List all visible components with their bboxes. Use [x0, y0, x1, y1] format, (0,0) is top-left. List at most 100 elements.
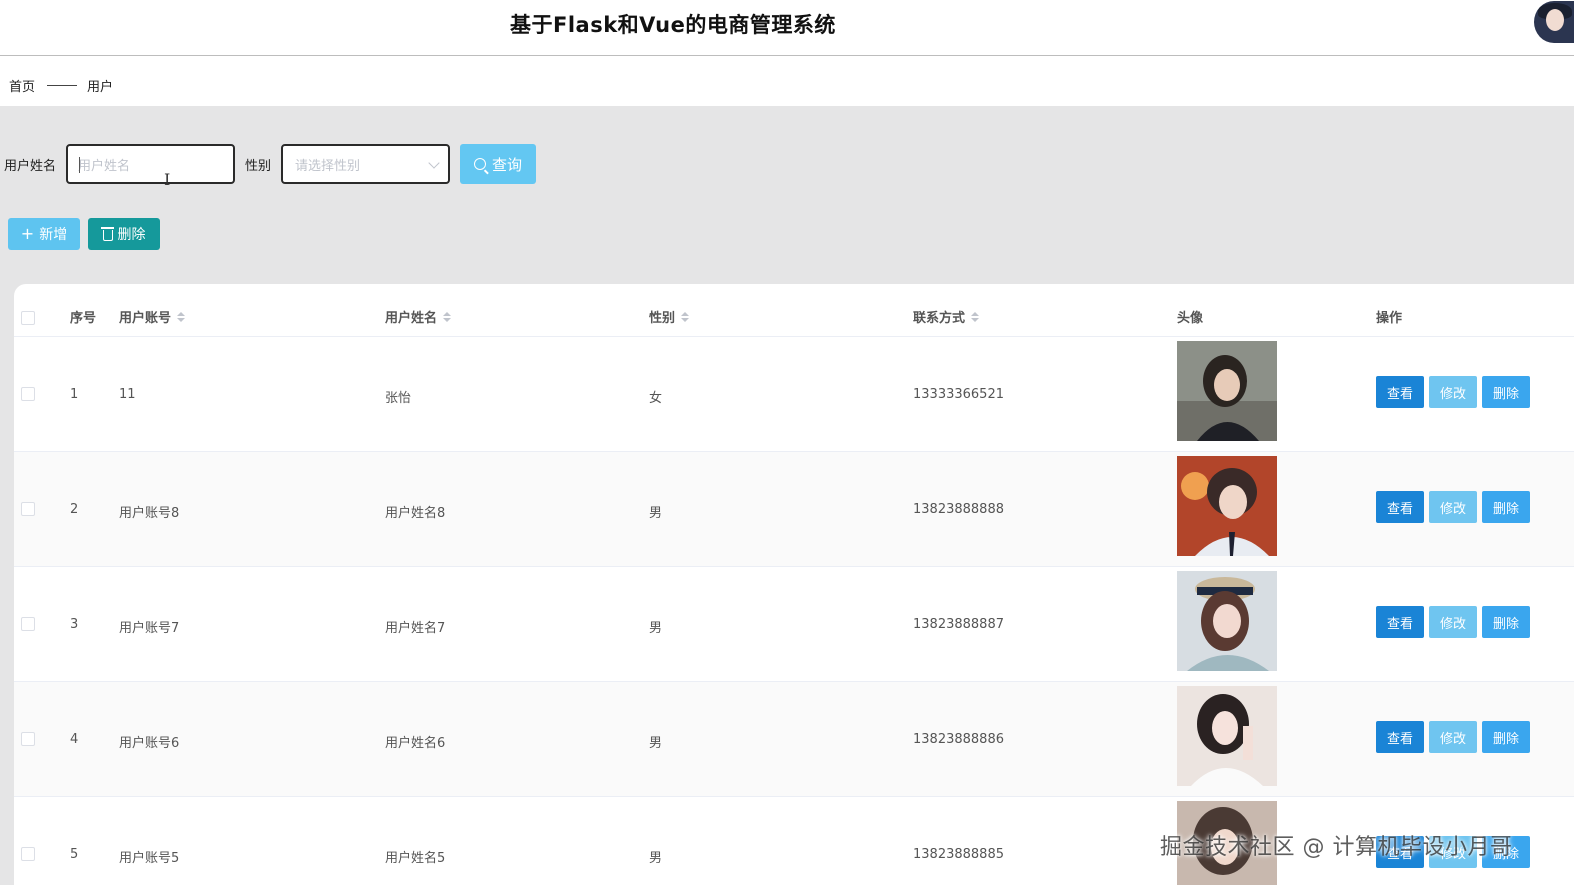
row-checkbox[interactable]: [21, 847, 35, 861]
row-contact: 13823888886: [913, 732, 1004, 747]
col-avatar: 头像: [1177, 307, 1203, 326]
col-account[interactable]: 用户账号: [119, 307, 186, 326]
chevron-down-icon: [428, 157, 440, 169]
name-input-placeholder: 用户姓名: [78, 158, 131, 174]
content-area: 用户姓名 用户姓名 性别 请选择性别 查询 I + 新增 删除 序号 用户账号 …: [0, 106, 1574, 885]
avatar-photo[interactable]: [1177, 341, 1277, 441]
name-label: 用户姓名: [4, 158, 57, 174]
add-button[interactable]: + 新增: [8, 218, 80, 250]
gender-label: 性别: [245, 158, 272, 174]
col-avatar-label: 头像: [1177, 311, 1204, 326]
row-index: 5: [70, 847, 79, 862]
col-gender[interactable]: 性别: [649, 307, 690, 326]
row-contact: 13823888885: [913, 847, 1004, 862]
action-bar: + 新增 删除: [8, 218, 160, 250]
row-checkbox[interactable]: [21, 732, 35, 746]
col-ops: 操作: [1376, 307, 1402, 326]
user-avatar[interactable]: [1534, 1, 1574, 43]
row-name: 用户姓名6: [385, 736, 446, 751]
gender-select[interactable]: 请选择性别: [281, 144, 451, 184]
edit-button[interactable]: 修改: [1429, 491, 1477, 523]
view-button[interactable]: 查看: [1376, 606, 1424, 638]
row-account: 用户账号6: [119, 736, 180, 751]
search-bar: 用户姓名 用户姓名 性别 请选择性别 查询: [4, 144, 537, 184]
col-contact-label: 联系方式: [913, 311, 966, 326]
view-button[interactable]: 查看: [1376, 491, 1424, 523]
row-contact: 13333366521: [913, 387, 1004, 402]
row-index: 4: [70, 732, 79, 747]
row-checkbox[interactable]: [21, 387, 35, 401]
table-row: 1 11 张怡 女 13333366521 查看 修改 删除: [14, 337, 1574, 452]
row-account: 用户账号8: [119, 506, 180, 521]
breadcrumb-home[interactable]: 首页: [9, 76, 35, 95]
sort-icon[interactable]: [443, 311, 452, 322]
row-account: 用户账号7: [119, 621, 180, 636]
app-header: 基于Flask和Vue的电商管理系统: [0, 0, 1574, 56]
delete-button[interactable]: 删除: [1482, 606, 1530, 638]
row-name: 用户姓名8: [385, 506, 446, 521]
query-button-label: 查询: [492, 155, 523, 174]
delete-button[interactable]: 删除: [1482, 376, 1530, 408]
breadcrumb-separator: [47, 85, 78, 86]
batch-delete-label: 删除: [117, 227, 146, 243]
delete-button[interactable]: 删除: [1482, 491, 1530, 523]
row-account: 用户账号5: [119, 851, 180, 866]
avatar-face: [1546, 9, 1564, 31]
select-all-checkbox[interactable]: [21, 311, 35, 325]
sort-icon[interactable]: [681, 311, 690, 322]
col-name[interactable]: 用户姓名: [385, 307, 452, 326]
row-contact: 13823888887: [913, 617, 1004, 632]
col-name-label: 用户姓名: [385, 311, 438, 326]
table-header: 序号 用户账号 用户姓名 性别 联系方式 头像 操作: [14, 284, 1574, 337]
row-gender: 男: [649, 621, 663, 636]
row-index: 1: [70, 387, 79, 402]
table-row: 3 用户账号7 用户姓名7 男 13823888887 查看 修改 删除: [14, 567, 1574, 682]
text-cursor-icon: I: [164, 170, 171, 189]
row-name: 用户姓名7: [385, 621, 446, 636]
row-gender: 女: [649, 391, 663, 406]
row-checkbox[interactable]: [21, 617, 35, 631]
user-table: 序号 用户账号 用户姓名 性别 联系方式 头像 操作 1 11 张怡 女 133…: [14, 284, 1574, 885]
batch-delete-button[interactable]: 删除: [88, 218, 160, 250]
sort-icon[interactable]: [971, 311, 980, 322]
col-gender-label: 性别: [649, 311, 676, 326]
row-name: 用户姓名5: [385, 851, 446, 866]
avatar-photo[interactable]: [1177, 686, 1277, 786]
row-actions: 查看 修改 删除: [1376, 376, 1530, 408]
col-contact[interactable]: 联系方式: [913, 307, 980, 326]
col-account-label: 用户账号: [119, 311, 172, 326]
edit-button[interactable]: 修改: [1429, 606, 1477, 638]
sort-icon[interactable]: [177, 311, 186, 322]
row-contact: 13823888888: [913, 502, 1004, 517]
row-gender: 男: [649, 851, 663, 866]
edit-button[interactable]: 修改: [1429, 376, 1477, 408]
row-gender: 男: [649, 506, 663, 521]
row-actions: 查看 修改 删除: [1376, 491, 1530, 523]
avatar-photo[interactable]: [1177, 456, 1277, 556]
gender-select-placeholder: 请选择性别: [295, 158, 361, 174]
breadcrumb: 首页 用户: [9, 76, 113, 95]
row-gender: 男: [649, 736, 663, 751]
view-button[interactable]: 查看: [1376, 721, 1424, 753]
table-row: 2 用户账号8 用户姓名8 男 13823888888 查看 修改 删除: [14, 452, 1574, 567]
row-checkbox[interactable]: [21, 502, 35, 516]
view-button[interactable]: 查看: [1376, 376, 1424, 408]
avatar-photo[interactable]: [1177, 571, 1277, 671]
delete-button[interactable]: 删除: [1482, 721, 1530, 753]
query-button[interactable]: 查询: [460, 144, 537, 184]
plus-icon: +: [20, 224, 35, 243]
name-search-input[interactable]: 用户姓名: [66, 144, 236, 184]
app-title: 基于Flask和Vue的电商管理系统: [510, 13, 836, 37]
edit-button[interactable]: 修改: [1429, 721, 1477, 753]
row-actions: 查看 修改 删除: [1376, 721, 1530, 753]
col-index-label: 序号: [70, 311, 97, 326]
row-actions: 查看 修改 删除: [1376, 606, 1530, 638]
col-index: 序号: [70, 307, 96, 326]
row-index: 2: [70, 502, 79, 517]
row-account: 11: [119, 387, 136, 402]
watermark: 掘金技术社区 @ 计算机毕设小月哥: [1160, 835, 1513, 860]
table-row: 4 用户账号6 用户姓名6 男 13823888886 查看 修改 删除: [14, 682, 1574, 797]
row-name: 张怡: [385, 391, 412, 406]
row-index: 3: [70, 617, 79, 632]
col-ops-label: 操作: [1376, 311, 1403, 326]
